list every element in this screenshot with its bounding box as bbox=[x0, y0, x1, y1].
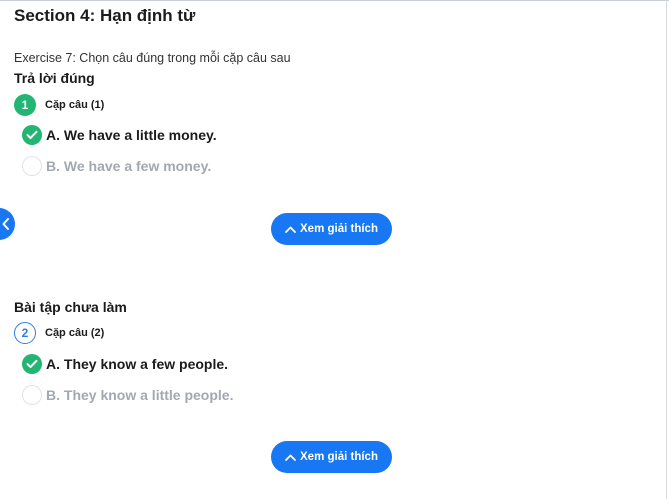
chevron-up-icon bbox=[285, 454, 296, 461]
radio-empty-icon bbox=[22, 156, 42, 176]
button-label: Xem giải thích bbox=[300, 223, 378, 235]
option-text: B. We have a few money. bbox=[46, 158, 212, 174]
question-label: Cặp câu (2) bbox=[45, 327, 105, 339]
side-nav-toggle[interactable] bbox=[0, 208, 15, 240]
question-number-badge: 2 bbox=[14, 322, 36, 344]
right-divider bbox=[666, 0, 667, 499]
chevron-left-icon bbox=[2, 218, 9, 230]
radio-empty-icon bbox=[22, 385, 42, 405]
option-b[interactable]: B. They know a little people. bbox=[22, 385, 233, 405]
option-a[interactable]: A. We have a little money. bbox=[22, 125, 217, 145]
option-b[interactable]: B. We have a few money. bbox=[22, 156, 211, 176]
top-divider bbox=[0, 0, 669, 1]
option-text: A. They know a few people. bbox=[46, 356, 229, 372]
question-status: Bài tập chưa làm bbox=[14, 299, 127, 315]
check-circle-icon bbox=[22, 125, 42, 145]
question-status: Trả lời đúng bbox=[14, 70, 95, 86]
show-explanation-button[interactable]: Xem giải thích bbox=[271, 441, 392, 473]
chevron-up-icon bbox=[285, 226, 296, 233]
exercise-instruction: Exercise 7: Chọn câu đúng trong mỗi cặp … bbox=[14, 51, 291, 65]
option-text: A. We have a little money. bbox=[46, 127, 217, 143]
option-a[interactable]: A. They know a few people. bbox=[22, 354, 228, 374]
question-number-badge: 1 bbox=[14, 94, 36, 116]
show-explanation-button[interactable]: Xem giải thích bbox=[271, 213, 392, 245]
button-label: Xem giải thích bbox=[300, 451, 378, 463]
section-title: Section 4: Hạn định từ bbox=[14, 6, 196, 25]
check-circle-icon bbox=[22, 354, 42, 374]
option-text: B. They know a little people. bbox=[46, 387, 234, 403]
question-label: Cặp câu (1) bbox=[45, 99, 105, 111]
